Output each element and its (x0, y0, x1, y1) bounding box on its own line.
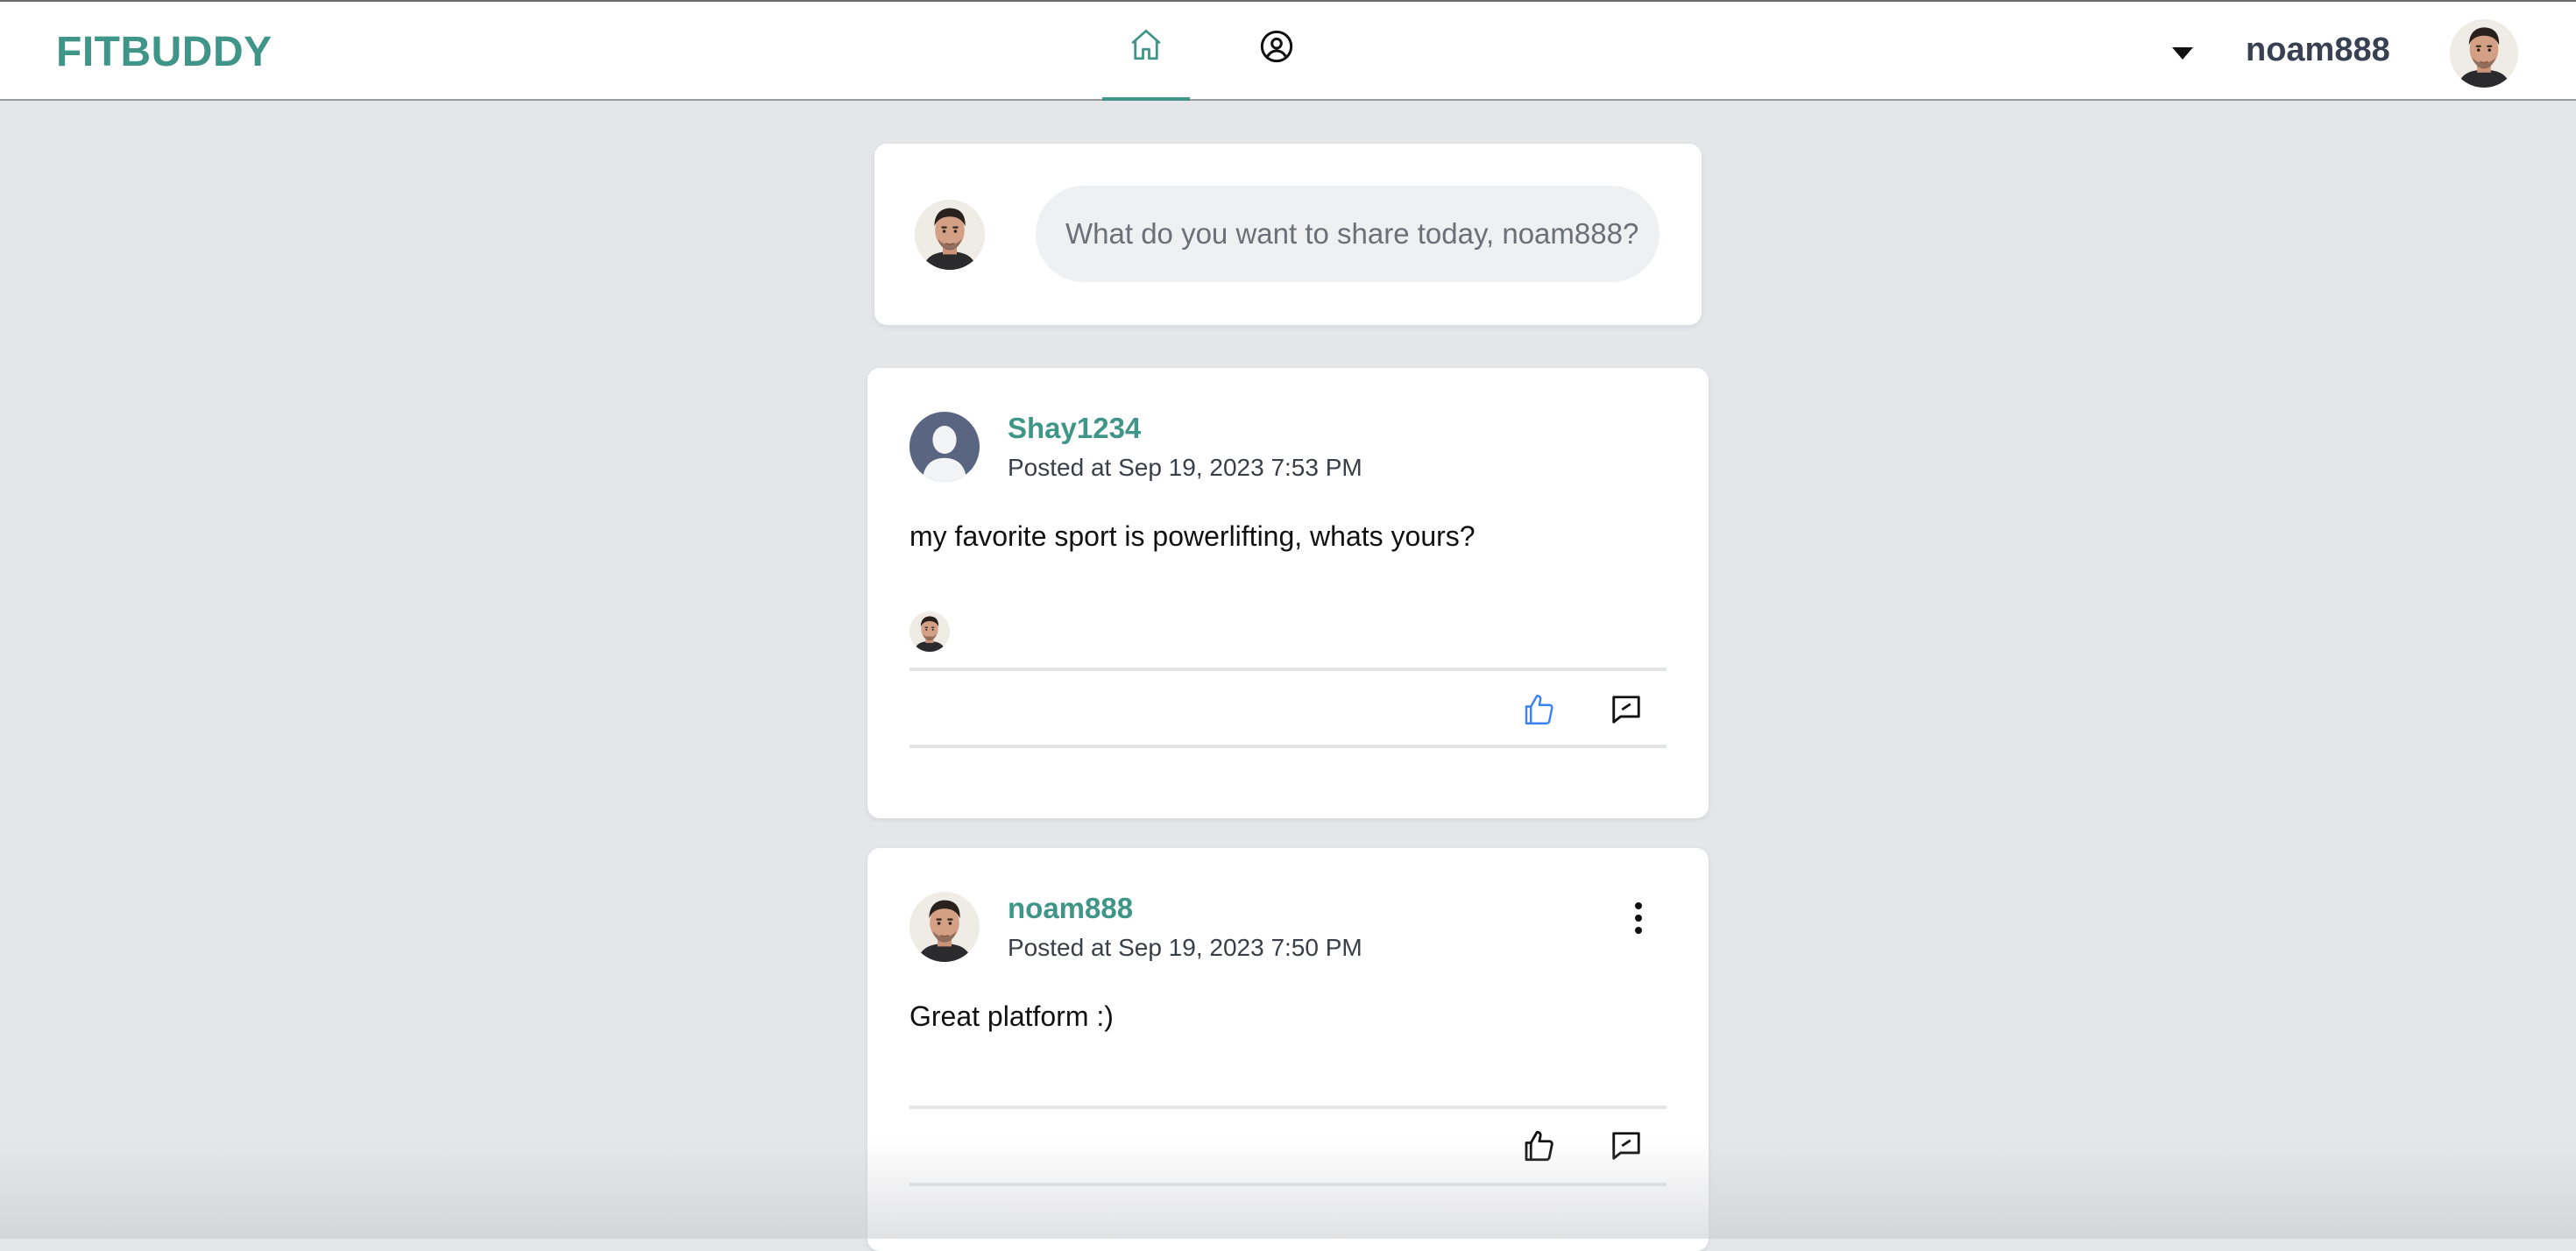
brand-logo[interactable]: FITBUDDY (56, 28, 272, 76)
post-divider-top (909, 1106, 1667, 1109)
more-vertical-icon[interactable] (1621, 892, 1656, 944)
thumbs-up-icon (1525, 1130, 1553, 1162)
liked-by-avatar[interactable] (909, 611, 950, 652)
caret-down-icon[interactable] (2172, 47, 2193, 60)
default-user-icon (909, 412, 980, 482)
post-divider-bottom (909, 1183, 1667, 1186)
share-post-input[interactable]: What do you want to share today, noam888… (1036, 186, 1660, 282)
nav-home-tab[interactable] (1102, 2, 1190, 101)
user-circle-icon (1260, 30, 1293, 62)
post-author-name[interactable]: noam888 (1008, 892, 1133, 925)
nav-profile-tab[interactable] (1233, 2, 1320, 101)
share-post-placeholder: What do you want to share today, noam888… (1065, 217, 1639, 250)
current-username[interactable]: noam888 (2246, 32, 2390, 69)
post-author-avatar[interactable] (909, 412, 980, 482)
post-timestamp: Posted at Sep 19, 2023 7:53 PM (1008, 454, 1362, 481)
like-button[interactable] (1514, 685, 1563, 734)
post-timestamp: Posted at Sep 19, 2023 7:50 PM (1008, 934, 1362, 961)
thumbs-up-icon (1525, 695, 1553, 724)
home-icon (1131, 29, 1161, 60)
comment-button[interactable] (1602, 685, 1651, 734)
comment-icon (1612, 696, 1640, 724)
comment-button[interactable] (1602, 1121, 1651, 1170)
post-card: noam888 Posted at Sep 19, 2023 7:50 PM G… (867, 848, 1709, 1251)
header-avatar[interactable] (2450, 19, 2518, 88)
post-body-text: Great platform :) (909, 1000, 1114, 1032)
post-body-text: my favorite sport is powerlifting, whats… (909, 520, 1476, 552)
post-author-name[interactable]: Shay1234 (1008, 412, 1141, 445)
post-divider-bottom (909, 745, 1667, 748)
post-composer-card: What do you want to share today, noam888… (874, 144, 1702, 325)
post-author-avatar[interactable] (909, 892, 980, 962)
post-divider-top (909, 668, 1667, 671)
top-navigation-bar: FITBUDDY noam888 (0, 0, 2576, 101)
like-button[interactable] (1514, 1121, 1563, 1170)
post-card: Shay1234 Posted at Sep 19, 2023 7:53 PM … (867, 368, 1709, 818)
composer-avatar (915, 200, 985, 270)
comment-icon (1612, 1132, 1640, 1160)
